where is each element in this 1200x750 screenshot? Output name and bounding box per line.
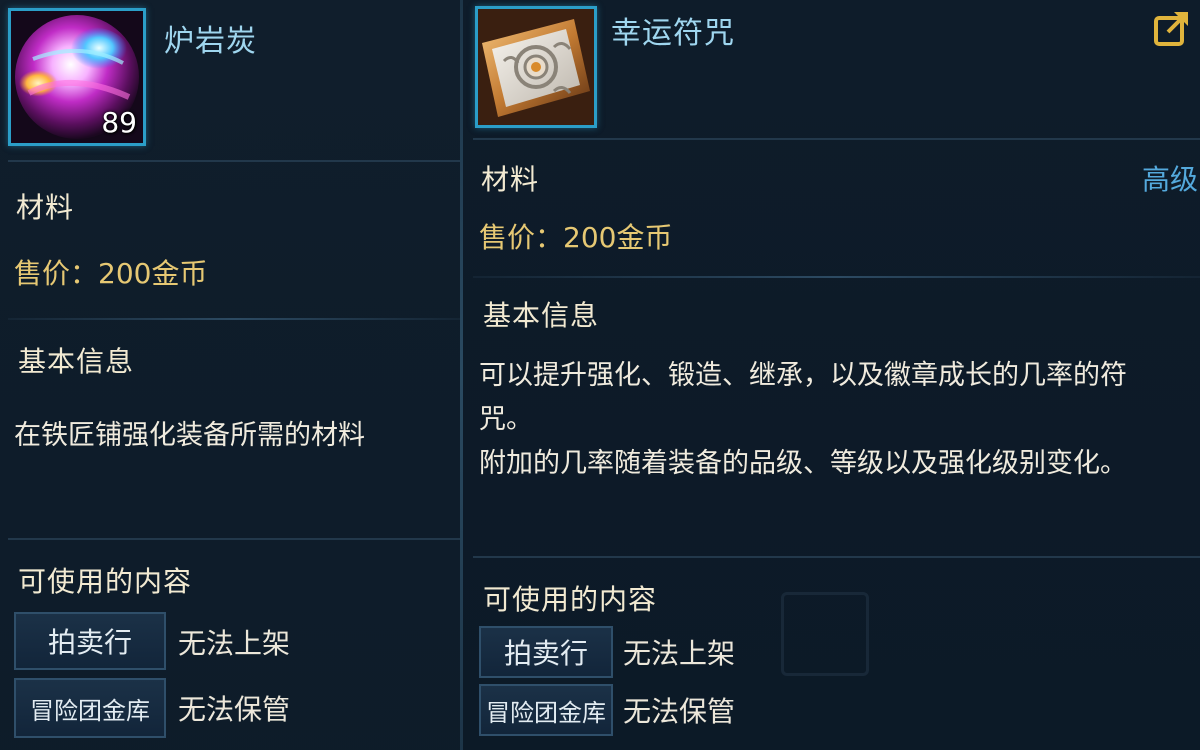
- auction-house-button[interactable]: 拍卖行: [479, 626, 613, 678]
- divider: [8, 538, 460, 540]
- guild-vault-button[interactable]: 冒险团金库: [14, 678, 166, 738]
- sell-price: 售价：200金币: [14, 257, 208, 290]
- auction-house-label: 拍卖行: [47, 626, 132, 659]
- left-item-tooltip: 89 炉岩炭 材料 售价：200金币 基本信息 在铁匠铺强化装备所需的材料 可使…: [0, 0, 460, 750]
- item-grade: 高级: [1141, 163, 1198, 196]
- auction-status: 无法上架: [623, 637, 736, 670]
- sell-price: 售价：200金币: [479, 221, 673, 254]
- item-category: 材料: [481, 163, 540, 196]
- section-usage: 可使用的内容: [18, 565, 193, 598]
- divider: [473, 276, 1200, 278]
- item-name: 幸运符咒: [611, 16, 735, 51]
- section-basic-info: 基本信息: [483, 299, 600, 332]
- talisman-item-icon: [475, 6, 597, 128]
- vault-status: 无法保管: [623, 695, 736, 728]
- auction-house-label: 拍卖行: [503, 637, 588, 670]
- stack-count: 89: [101, 106, 137, 139]
- auction-house-button[interactable]: 拍卖行: [14, 612, 166, 670]
- orb-item-icon: 89: [8, 8, 146, 146]
- description-line: 附加的几率随着装备的品级、等级以及强化级别变化。: [479, 448, 1127, 479]
- item-description: 在铁匠铺强化装备所需的材料: [14, 420, 365, 451]
- divider: [473, 138, 1200, 140]
- description-line: 可以提升强化、锻造、继承，以及徽章成长的几率的符: [479, 360, 1127, 391]
- divider: [8, 160, 460, 162]
- section-basic-info: 基本信息: [18, 345, 135, 378]
- background-item-slot: [781, 592, 869, 676]
- auction-status: 无法上架: [178, 627, 291, 660]
- share-button[interactable]: [1152, 8, 1192, 48]
- vault-status: 无法保管: [178, 693, 291, 726]
- description-line: 咒。: [479, 404, 533, 435]
- divider: [473, 556, 1200, 558]
- talisman-icon: [478, 9, 594, 125]
- share-icon: [1154, 12, 1188, 46]
- item-category: 材料: [16, 191, 75, 224]
- divider: [8, 318, 460, 320]
- item-description: 可以提升强化、锻造、继承，以及徽章成长的几率的符 咒。 附加的几率随着装备的品级…: [479, 354, 1191, 486]
- item-name: 炉岩炭: [164, 24, 257, 59]
- section-usage: 可使用的内容: [483, 583, 658, 616]
- guild-vault-label: 冒险团金库: [486, 698, 606, 727]
- guild-vault-label: 冒险团金库: [30, 696, 150, 725]
- guild-vault-button[interactable]: 冒险团金库: [479, 684, 613, 736]
- right-item-tooltip: 幸运符咒 材料 高级 售价：200金币 基本信息 可以提升强化、锻造、继承，以及…: [463, 0, 1200, 750]
